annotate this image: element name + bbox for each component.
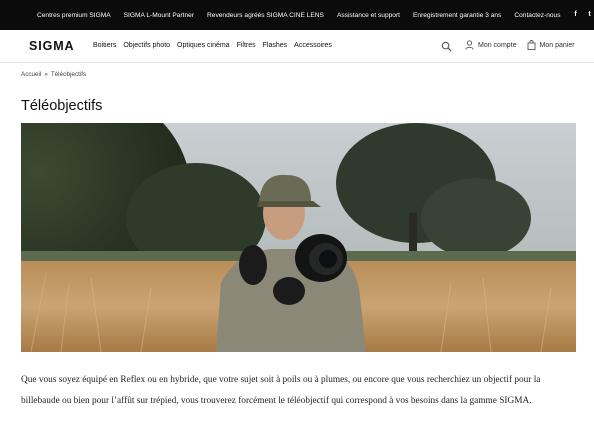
nav-actions: Mon compte Mon panier	[441, 39, 575, 52]
breadcrumb-current: Téléobjectifs	[50, 71, 87, 78]
sigma-logo[interactable]: SIGMA	[29, 39, 74, 53]
top-bar: Centres premium SIGMA SIGMA L-Mount Part…	[0, 0, 594, 30]
top-link-premium-centres[interactable]: Centres premium SIGMA	[37, 12, 111, 19]
shopping-bag-icon	[527, 40, 536, 50]
account-label: Mon compte	[478, 41, 517, 49]
main-nav: SIGMA Boitiers Objectifs photo Optiques …	[0, 30, 594, 63]
twitter-icon[interactable]: t	[586, 11, 594, 19]
breadcrumb-home[interactable]: Accueil	[21, 71, 41, 78]
top-link-cine-lens-dealers[interactable]: Revendeurs agréés SIGMA CINE LENS	[207, 12, 324, 19]
user-icon	[465, 40, 474, 50]
menu-item-flashes[interactable]: Flashes	[263, 42, 288, 49]
cart-link[interactable]: Mon panier	[527, 40, 575, 50]
top-link-contact[interactable]: Contactez-nous	[514, 12, 560, 19]
social-links: f t p ◎	[572, 11, 594, 19]
cart-label: Mon panier	[539, 41, 575, 49]
menu-item-accessoires[interactable]: Accessoires	[294, 42, 332, 49]
menu-item-filtres[interactable]: Filtres	[237, 42, 256, 49]
top-link-l-mount-partner[interactable]: SIGMA L-Mount Partner	[124, 12, 194, 19]
main-menu: Boitiers Objectifs photo Optiques cinéma…	[93, 42, 332, 49]
menu-item-optiques-cinema[interactable]: Optiques cinéma	[177, 42, 230, 49]
top-link-warranty[interactable]: Enregistrement garantie 3 ans	[413, 12, 501, 19]
hero-image	[21, 123, 576, 352]
search-icon[interactable]	[441, 39, 453, 52]
breadcrumb-separator: »	[44, 71, 48, 78]
account-link[interactable]: Mon compte	[465, 40, 517, 50]
page-title: Téléobjectifs	[21, 98, 103, 114]
facebook-icon[interactable]: f	[572, 11, 580, 19]
top-links: Centres premium SIGMA SIGMA L-Mount Part…	[37, 12, 561, 19]
top-link-support[interactable]: Assistance et support	[337, 12, 400, 19]
intro-paragraph: Que vous soyez équipé en Reflex ou en hy…	[21, 375, 541, 406]
menu-item-boitiers[interactable]: Boitiers	[93, 42, 116, 49]
menu-item-objectifs-photo[interactable]: Objectifs photo	[123, 42, 170, 49]
breadcrumb: Accueil » Téléobjectifs	[21, 71, 86, 78]
